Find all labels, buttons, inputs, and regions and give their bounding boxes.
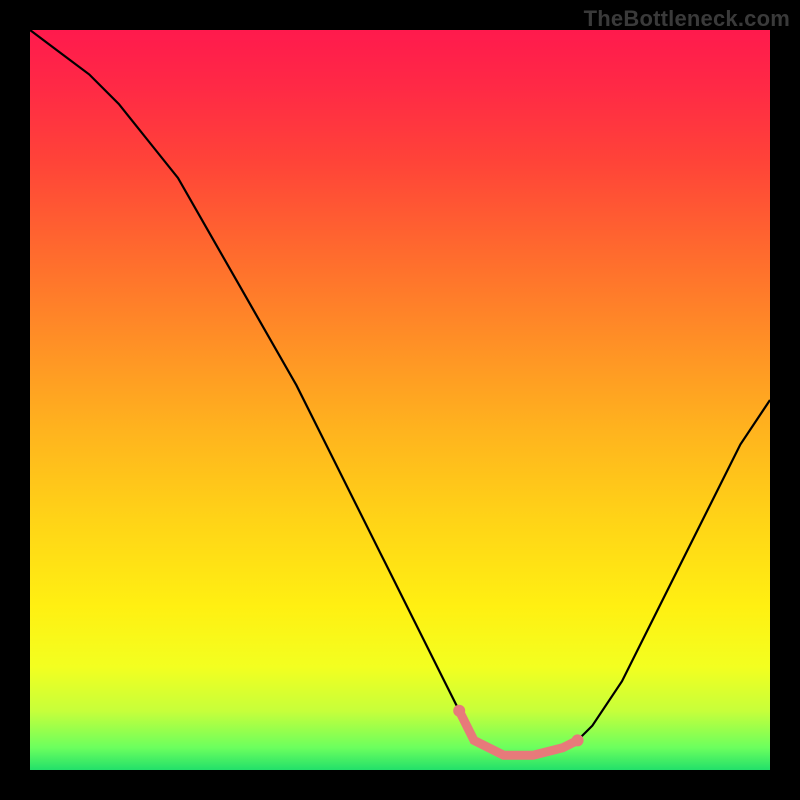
optimal-region-start-dot [453, 705, 465, 717]
watermark-text: TheBottleneck.com [584, 6, 790, 32]
plot-area [30, 30, 770, 770]
chart-svg [30, 30, 770, 770]
chart-frame: TheBottleneck.com [0, 0, 800, 800]
bottleneck-curve-line [30, 30, 770, 755]
optimal-region-end-dot [572, 734, 584, 746]
optimal-region-segment [459, 711, 577, 755]
